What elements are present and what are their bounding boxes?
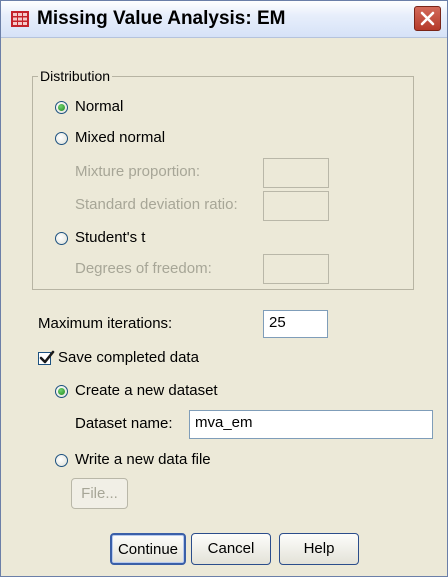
normal-label[interactable]: Normal — [75, 98, 123, 115]
save-completed-data-checkbox[interactable] — [38, 350, 55, 365]
students-t-label[interactable]: Student's t — [75, 229, 145, 246]
file-button[interactable]: File... — [71, 478, 128, 509]
students-t-radio[interactable] — [55, 232, 68, 245]
max-iterations-input[interactable]: 25 — [263, 310, 328, 338]
em-dialog-window: Missing Value Analysis: EM Distribution … — [0, 0, 448, 577]
max-iterations-label: Maximum iterations: — [38, 315, 173, 332]
close-button[interactable] — [414, 6, 441, 31]
degrees-of-freedom-label: Degrees of freedom: — [75, 260, 212, 277]
create-new-dataset-label[interactable]: Create a new dataset — [75, 382, 218, 399]
std-dev-ratio-field[interactable] — [263, 191, 329, 221]
continue-button[interactable]: Continue — [110, 533, 186, 565]
mixed-normal-label[interactable]: Mixed normal — [75, 129, 165, 146]
distribution-legend: Distribution — [38, 68, 113, 84]
write-new-data-file-label[interactable]: Write a new data file — [75, 451, 211, 468]
spss-table-icon — [11, 11, 29, 27]
window-title: Missing Value Analysis: EM — [37, 8, 286, 29]
help-button[interactable]: Help — [279, 533, 359, 565]
checkmark-icon — [39, 350, 55, 364]
dataset-name-label: Dataset name: — [75, 415, 173, 432]
mixture-proportion-field[interactable] — [263, 158, 329, 188]
std-dev-ratio-label: Standard deviation ratio: — [75, 196, 238, 213]
cancel-button[interactable]: Cancel — [191, 533, 271, 565]
save-completed-data-label[interactable]: Save completed data — [58, 349, 199, 366]
dataset-name-input[interactable]: mva_em — [189, 410, 433, 439]
title-bar[interactable]: Missing Value Analysis: EM — [1, 1, 447, 38]
mixed-normal-radio[interactable] — [55, 132, 68, 145]
close-icon — [420, 11, 435, 26]
normal-radio[interactable] — [55, 101, 68, 114]
write-new-data-file-radio[interactable] — [55, 454, 68, 467]
create-new-dataset-radio[interactable] — [55, 385, 68, 398]
degrees-of-freedom-field[interactable] — [263, 254, 329, 284]
mixture-proportion-label: Mixture proportion: — [75, 163, 201, 180]
